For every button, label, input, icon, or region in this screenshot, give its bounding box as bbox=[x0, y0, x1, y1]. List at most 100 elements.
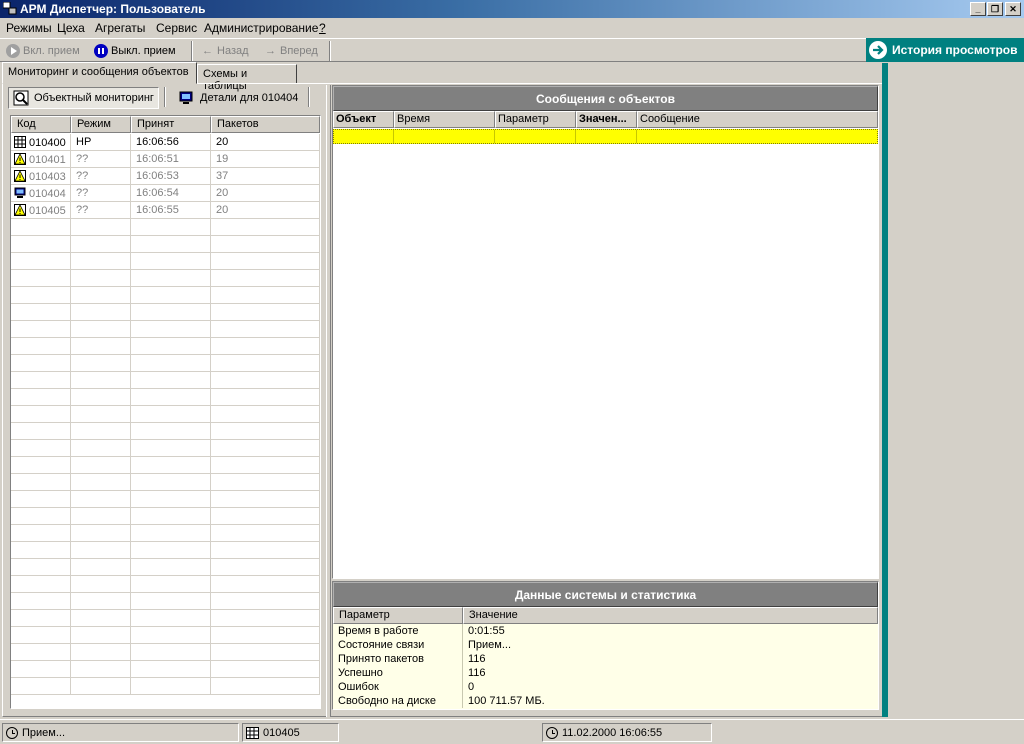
tab-bar: Мониторинг и сообщения объектов Схемы и … bbox=[0, 62, 866, 92]
cell-code bbox=[11, 542, 71, 559]
details-button[interactable]: Детали для 010404 bbox=[174, 87, 302, 109]
cell-code bbox=[11, 610, 71, 627]
cell-packets bbox=[211, 559, 320, 576]
column-code[interactable]: Код bbox=[11, 116, 71, 133]
tab-schemes[interactable]: Схемы и таблицы bbox=[197, 64, 297, 92]
stat-value: 116 bbox=[468, 653, 486, 665]
objects-table: Код Режим Принят Пакетов 010400 НР 16:06:5… bbox=[10, 115, 321, 709]
cell-packets bbox=[211, 253, 320, 270]
table-row[interactable]: 010405?? 16:06:55 20 bbox=[11, 202, 320, 219]
stat-param: Состояние связи bbox=[333, 638, 463, 652]
start-receive-label: Вкл. прием bbox=[23, 45, 80, 57]
details-label: Детали для 010404 bbox=[200, 92, 299, 104]
cell-mode bbox=[71, 508, 131, 525]
back-button[interactable]: ← Назад bbox=[202, 43, 249, 59]
sub-toolbar: Объектный мониторинг Детали для 010404 bbox=[4, 85, 324, 111]
cell-packets bbox=[211, 389, 320, 406]
monitor-icon bbox=[179, 91, 193, 104]
empty-table-row bbox=[11, 474, 320, 491]
close-button[interactable]: ✕ bbox=[1005, 2, 1021, 16]
table-row[interactable]: 010404?? 16:06:54 20 bbox=[11, 185, 320, 202]
cell-received bbox=[131, 423, 211, 440]
column-parameter[interactable]: Параметр bbox=[495, 111, 576, 128]
cell-packets bbox=[211, 508, 320, 525]
column-stat-value[interactable]: Значение bbox=[463, 607, 878, 624]
forward-button[interactable]: → Вперед bbox=[265, 43, 318, 59]
start-receive-button[interactable]: Вкл. прием bbox=[6, 43, 80, 59]
cell-received bbox=[131, 406, 211, 423]
cell-mode bbox=[71, 559, 131, 576]
cell-mode: ?? bbox=[71, 185, 131, 202]
empty-table-row bbox=[11, 576, 320, 593]
cell-code bbox=[11, 661, 71, 678]
cell-received: 16:06:56 bbox=[131, 134, 211, 151]
restore-button[interactable]: ❐ bbox=[987, 2, 1003, 16]
history-header[interactable]: История просмотров bbox=[866, 38, 1024, 62]
cell-mode: ?? bbox=[71, 202, 131, 219]
empty-table-row bbox=[11, 287, 320, 304]
cell-code-text: 010401 bbox=[29, 154, 66, 166]
column-received[interactable]: Принят bbox=[131, 116, 211, 133]
tab-monitoring[interactable]: Мониторинг и сообщения объектов bbox=[2, 62, 197, 84]
stats-row[interactable]: Состояние связи Прием... bbox=[333, 638, 878, 652]
stats-row[interactable]: Свободно на диске 100 711.57 МБ. bbox=[333, 694, 878, 708]
table-row[interactable]: 010403?? 16:06:53 37 bbox=[11, 168, 320, 185]
stats-row[interactable]: Принято пакетов 116 bbox=[333, 652, 878, 666]
object-monitoring-button[interactable]: Объектный мониторинг bbox=[8, 87, 159, 109]
selected-message-row[interactable] bbox=[333, 129, 878, 144]
cell-packets bbox=[211, 661, 320, 678]
menu-service[interactable]: Сервис bbox=[156, 21, 197, 35]
menu-help[interactable]: ? bbox=[319, 21, 326, 35]
cell-received: 16:06:55 bbox=[131, 202, 211, 219]
cell-received bbox=[131, 508, 211, 525]
cell-mode: ?? bbox=[71, 151, 131, 168]
cell-received bbox=[131, 542, 211, 559]
cell-packets-text: 19 bbox=[216, 153, 229, 165]
empty-table-row bbox=[11, 661, 320, 678]
cell-received bbox=[131, 525, 211, 542]
status-object: 010405 bbox=[263, 726, 300, 739]
cell-packets bbox=[211, 287, 320, 304]
column-object[interactable]: Объект bbox=[333, 111, 394, 128]
empty-table-row bbox=[11, 321, 320, 338]
column-mode[interactable]: Режим bbox=[71, 116, 131, 133]
cell-received bbox=[131, 576, 211, 593]
empty-table-row bbox=[11, 304, 320, 321]
cell-code bbox=[11, 559, 71, 576]
cell-code: 010401 bbox=[11, 151, 71, 168]
warning-icon bbox=[14, 153, 26, 165]
stats-row[interactable]: Ошибок 0 bbox=[333, 680, 878, 694]
column-value[interactable]: Значен... bbox=[576, 111, 637, 128]
column-stat-param[interactable]: Параметр bbox=[333, 607, 463, 624]
minimize-button[interactable]: _ bbox=[970, 2, 986, 16]
stats-row[interactable]: Время в работе 0:01:55 bbox=[333, 624, 878, 638]
cell-received bbox=[131, 372, 211, 389]
cell-packets bbox=[211, 610, 320, 627]
status-object-panel: 010405 bbox=[242, 723, 339, 742]
status-datetime-panel: 11.02.2000 16:06:55 bbox=[542, 723, 712, 742]
menu-workshops[interactable]: Цеха bbox=[57, 21, 85, 35]
column-time[interactable]: Время bbox=[394, 111, 495, 128]
stats-row[interactable]: Успешно 116 bbox=[333, 666, 878, 680]
cell-mode bbox=[71, 304, 131, 321]
column-message[interactable]: Сообщение bbox=[637, 111, 878, 128]
stop-receive-button[interactable]: Выкл. прием bbox=[94, 43, 176, 59]
history-title: История просмотров bbox=[892, 43, 1018, 57]
panel-splitter[interactable] bbox=[326, 85, 331, 717]
window-title: АРМ Диспетчер: Пользователь bbox=[20, 2, 206, 16]
column-packets[interactable]: Пакетов bbox=[211, 116, 320, 133]
cell-packets-text: 37 bbox=[216, 170, 229, 182]
menu-administration[interactable]: Администрирование bbox=[204, 21, 318, 35]
objects-table-body: 010400 НР 16:06:56 20 010401?? 16:06:51 19 0104… bbox=[11, 134, 320, 695]
objects-table-header: Код Режим Принят Пакетов bbox=[11, 116, 320, 133]
table-row[interactable]: 010401?? 16:06:51 19 bbox=[11, 151, 320, 168]
menu-modes[interactable]: Режимы bbox=[6, 21, 52, 35]
table-row[interactable]: 010400 НР 16:06:56 20 bbox=[11, 134, 320, 151]
object-monitoring-label: Объектный мониторинг bbox=[34, 92, 154, 104]
cell-received bbox=[131, 355, 211, 372]
cell-packets bbox=[211, 593, 320, 610]
empty-table-row bbox=[11, 219, 320, 236]
cell-packets bbox=[211, 457, 320, 474]
menu-units[interactable]: Агрегаты bbox=[95, 21, 145, 35]
cell-received bbox=[131, 338, 211, 355]
